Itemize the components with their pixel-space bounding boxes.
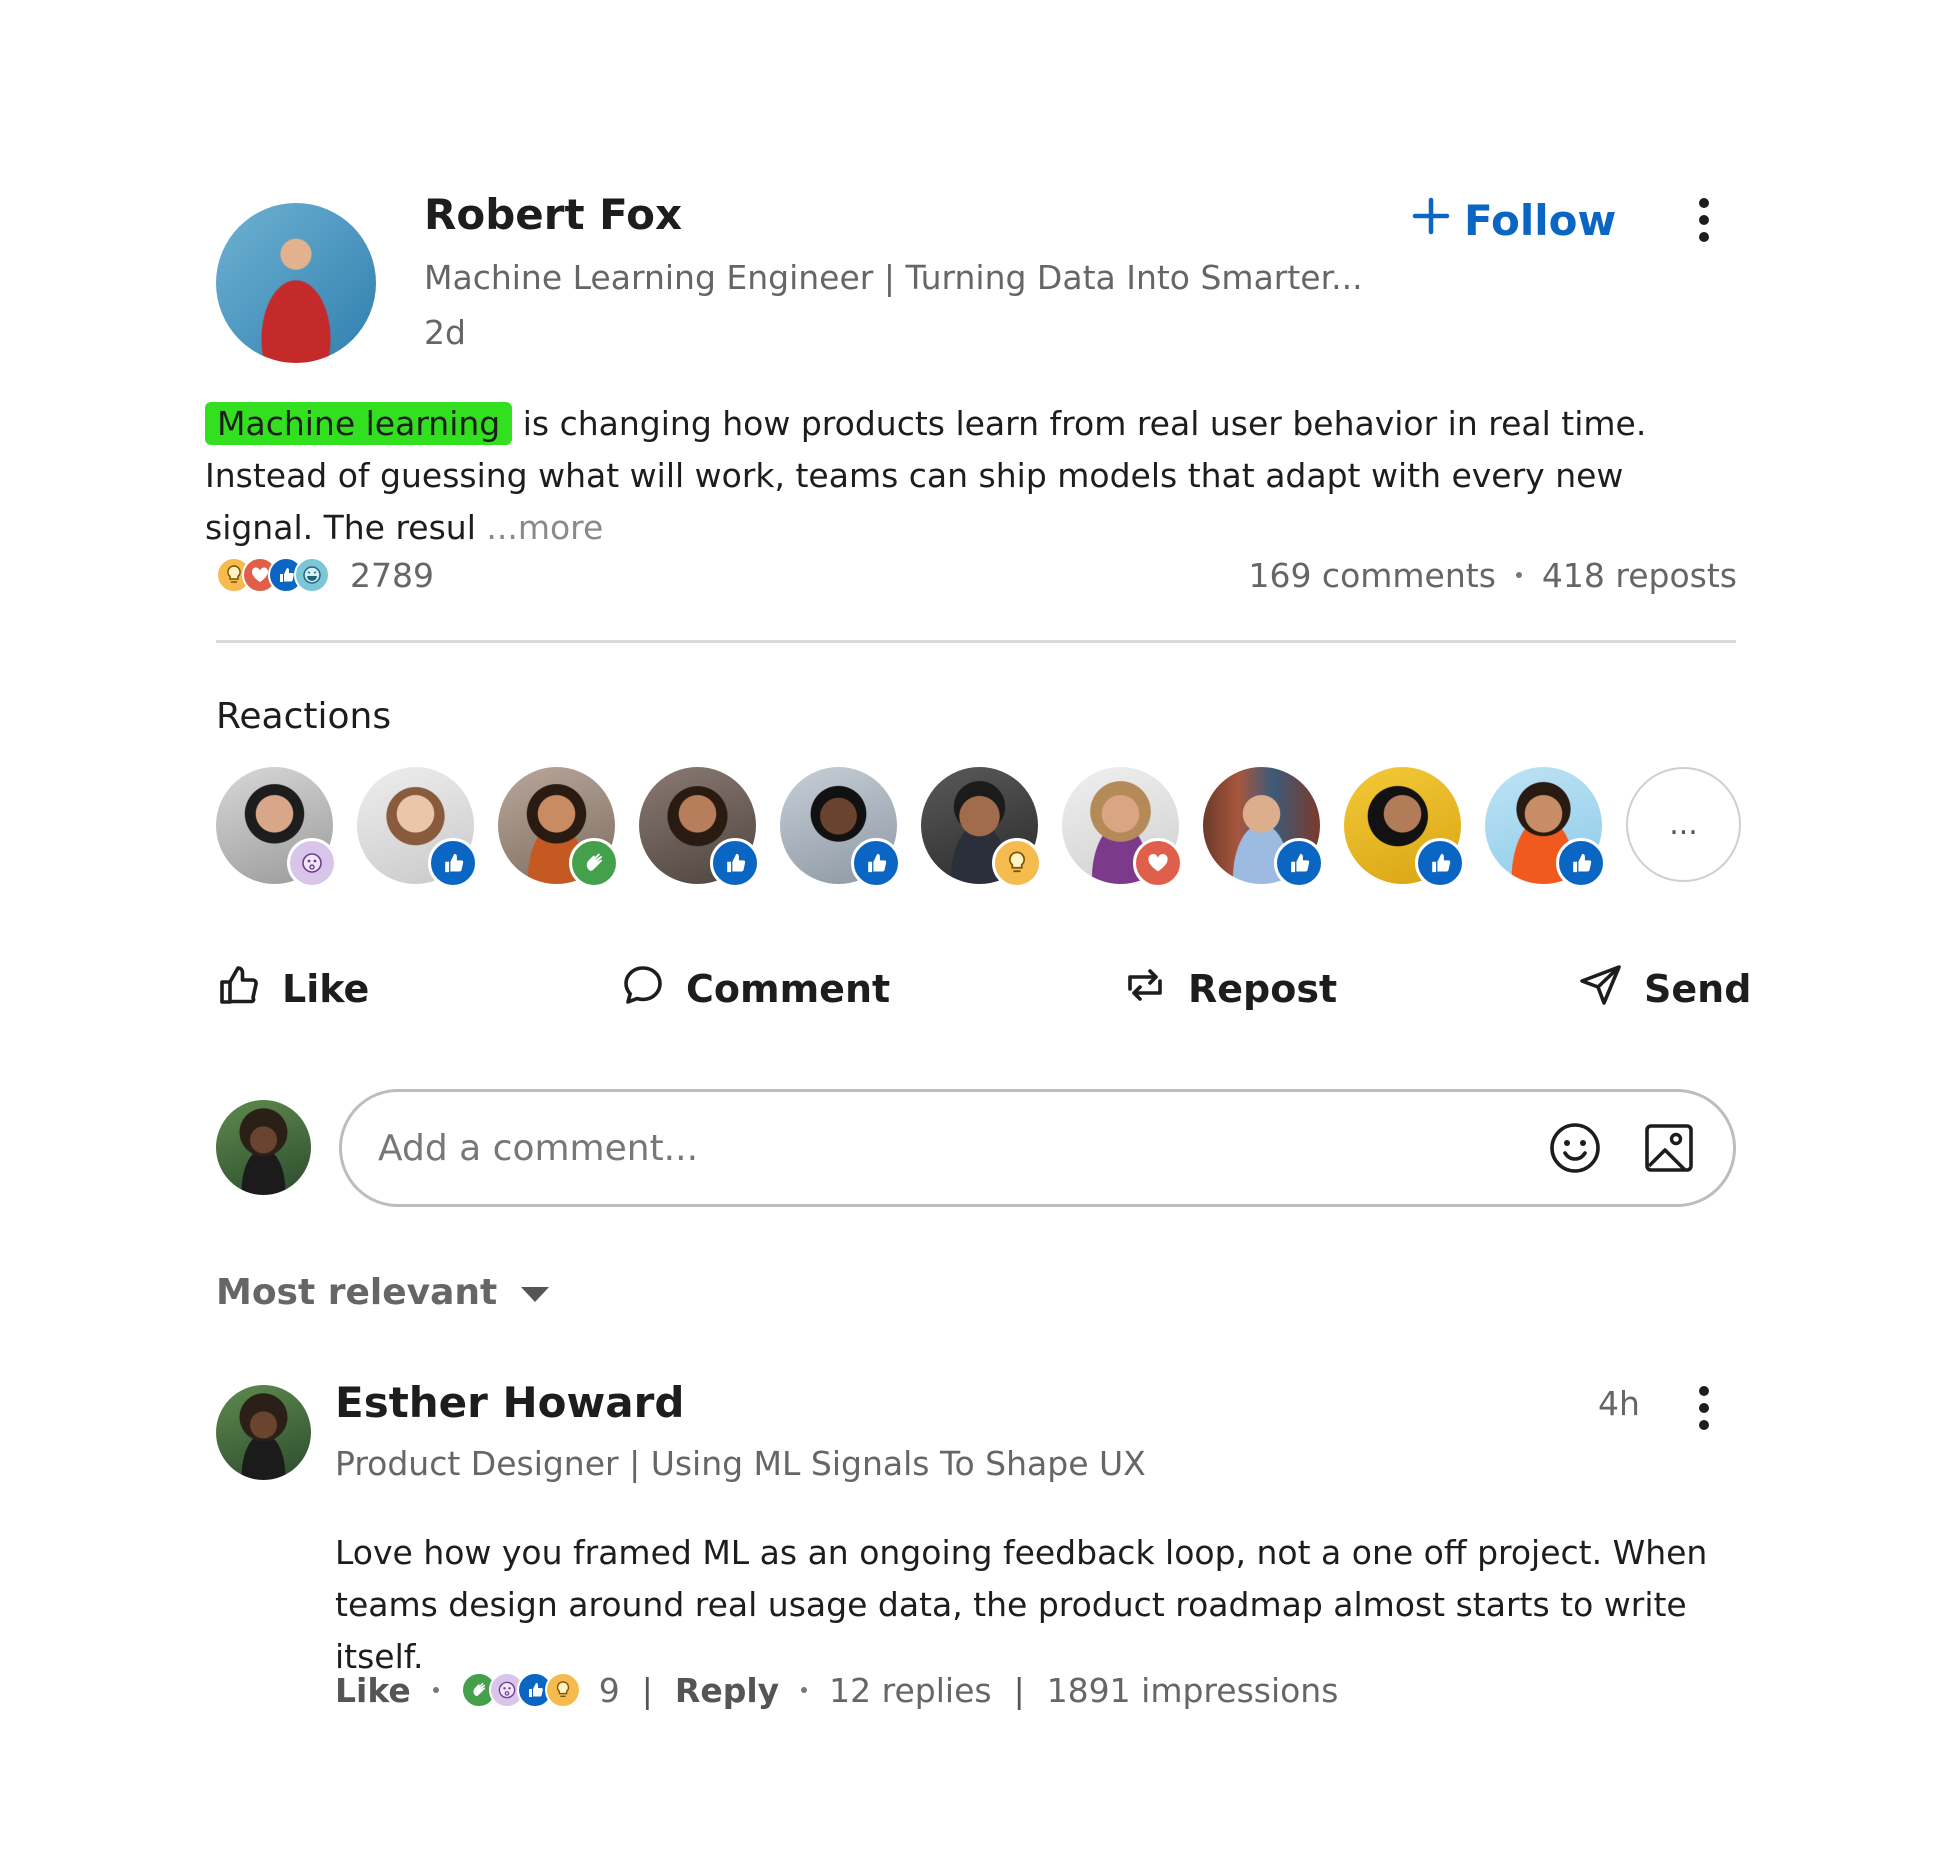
author-avatar[interactable] bbox=[216, 203, 376, 363]
paper-plane-icon bbox=[1578, 962, 1624, 1017]
insightful-icon bbox=[544, 1672, 581, 1708]
replies-count-link[interactable]: 12 replies bbox=[829, 1671, 991, 1710]
comment-reaction-stack[interactable] bbox=[460, 1672, 581, 1708]
engagement-counts: 169 comments 418 reposts bbox=[1248, 552, 1737, 598]
like-reaction-icon bbox=[851, 838, 901, 888]
post-timestamp: 2d bbox=[424, 313, 466, 352]
repost-icon bbox=[1122, 962, 1168, 1017]
like-reaction-icon bbox=[1415, 838, 1465, 888]
reposts-count-link[interactable]: 418 reposts bbox=[1542, 556, 1737, 595]
post-text: Machine learning is changing how product… bbox=[205, 398, 1735, 554]
comment-label: Comment bbox=[686, 967, 891, 1011]
reactor-avatar[interactable] bbox=[639, 767, 760, 888]
separator-pipe: | bbox=[641, 1670, 653, 1710]
reactor-avatar[interactable] bbox=[216, 767, 337, 888]
speech-bubble-icon bbox=[620, 962, 666, 1017]
reactor-avatar[interactable] bbox=[921, 767, 1042, 888]
reaction-summary[interactable]: 2789 bbox=[216, 552, 434, 598]
reply-button[interactable]: Reply bbox=[675, 1671, 779, 1710]
emoji-icon[interactable] bbox=[1547, 1120, 1603, 1176]
celebrate-reaction-icon bbox=[569, 838, 619, 888]
current-user-avatar[interactable] bbox=[216, 1100, 311, 1195]
separator-dot bbox=[801, 1687, 808, 1693]
author-headline: Machine Learning Engineer | Turning Data… bbox=[424, 258, 1363, 297]
author-name[interactable]: Robert Fox bbox=[424, 190, 682, 239]
sort-label: Most relevant bbox=[216, 1271, 498, 1313]
commenter-headline: Product Designer | Using ML Signals To S… bbox=[335, 1444, 1146, 1483]
like-label: Like bbox=[282, 967, 370, 1011]
reactor-avatar[interactable] bbox=[498, 767, 619, 888]
reactions-heading: Reactions bbox=[216, 696, 392, 737]
like-button[interactable]: Like bbox=[216, 962, 369, 1016]
insightful-reaction-icon bbox=[992, 838, 1042, 888]
more-reactions-button[interactable]: ... bbox=[1626, 767, 1741, 882]
send-label: Send bbox=[1644, 967, 1752, 1011]
comment-reaction-count[interactable]: 9 bbox=[599, 1671, 620, 1710]
reactor-avatar[interactable] bbox=[780, 767, 901, 888]
like-reaction-icon bbox=[428, 838, 478, 888]
comment-text: Love how you framed ML as an ongoing fee… bbox=[335, 1533, 1708, 1676]
follow-label: Follow bbox=[1464, 195, 1617, 245]
comment-more-options-icon[interactable] bbox=[1686, 1378, 1722, 1438]
separator-dot bbox=[1515, 572, 1522, 578]
comment-like-button[interactable]: Like bbox=[335, 1671, 411, 1710]
comment-composer[interactable] bbox=[339, 1089, 1736, 1207]
separator-pipe: | bbox=[1013, 1670, 1025, 1710]
image-icon[interactable] bbox=[1641, 1120, 1697, 1176]
reactor-avatar[interactable] bbox=[1485, 767, 1606, 888]
follow-button[interactable]: Follow bbox=[1412, 190, 1616, 250]
reactors-list: ... bbox=[216, 767, 1741, 888]
comment-footer: Like 9 | Reply 12 replies | 1891 impress… bbox=[335, 1664, 1338, 1716]
send-button[interactable]: Send bbox=[1578, 962, 1751, 1016]
divider bbox=[216, 640, 1736, 643]
reactor-avatar[interactable] bbox=[357, 767, 478, 888]
hashtag-highlight[interactable]: Machine learning bbox=[205, 402, 513, 445]
comment-sort-dropdown[interactable]: Most relevant bbox=[216, 1266, 551, 1318]
post-more-options-icon[interactable] bbox=[1686, 190, 1722, 250]
plus-icon bbox=[1412, 196, 1450, 245]
comment-input[interactable] bbox=[378, 1127, 1509, 1169]
impressions-count: 1891 impressions bbox=[1046, 1670, 1339, 1710]
see-more-link[interactable]: ...more bbox=[486, 508, 603, 547]
comments-count-link[interactable]: 169 comments bbox=[1248, 556, 1495, 595]
reaction-icon-stack bbox=[216, 557, 330, 593]
funny-icon bbox=[294, 557, 330, 593]
reactor-avatar[interactable] bbox=[1203, 767, 1324, 888]
thumbs-up-icon bbox=[216, 962, 262, 1017]
repost-button[interactable]: Repost bbox=[1122, 962, 1337, 1016]
curious-reaction-icon bbox=[287, 838, 337, 888]
repost-label: Repost bbox=[1188, 967, 1338, 1011]
like-reaction-icon bbox=[710, 838, 760, 888]
reaction-count[interactable]: 2789 bbox=[350, 556, 434, 595]
commenter-name[interactable]: Esther Howard bbox=[335, 1378, 684, 1427]
separator-dot bbox=[432, 1687, 439, 1693]
reactor-avatar[interactable] bbox=[1062, 767, 1183, 888]
reactor-avatar[interactable] bbox=[1344, 767, 1465, 888]
commenter-avatar[interactable] bbox=[216, 1385, 311, 1480]
comment-button[interactable]: Comment bbox=[620, 962, 890, 1016]
like-reaction-icon bbox=[1556, 838, 1606, 888]
love-reaction-icon bbox=[1133, 838, 1183, 888]
comment-timestamp: 4h bbox=[1598, 1384, 1640, 1423]
caret-down-icon bbox=[519, 1272, 551, 1313]
like-reaction-icon bbox=[1274, 838, 1324, 888]
